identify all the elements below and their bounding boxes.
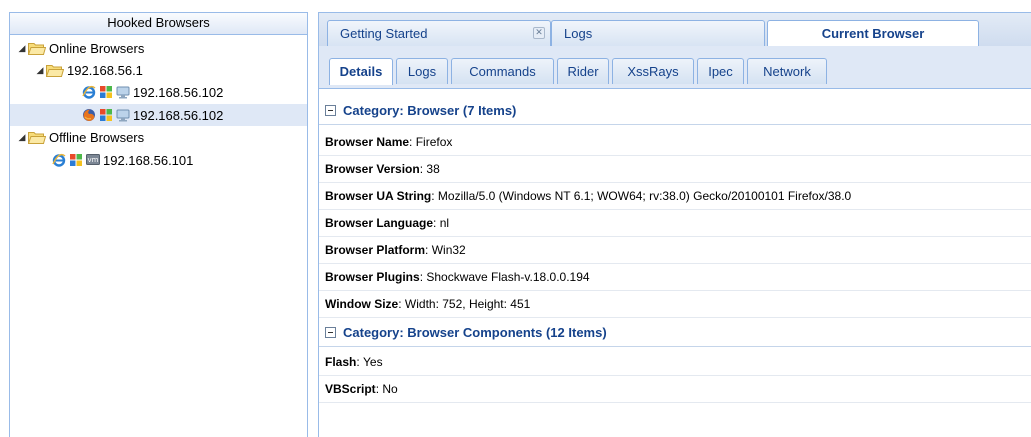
close-icon[interactable]: ✕	[533, 27, 545, 39]
details-grid: Category: Browser (7 Items) Browser Name…	[318, 89, 1031, 437]
windows-icon	[69, 153, 83, 167]
subnet-label: 192.168.56.1	[67, 62, 143, 78]
host-ip: 192.168.56.102	[133, 84, 224, 100]
offline-browsers-label: Offline Browsers	[49, 129, 145, 145]
tab-label: Getting Started	[340, 26, 428, 41]
expand-triangle-icon[interactable]: ◢	[16, 132, 28, 143]
monitor-icon	[116, 85, 130, 99]
category-header[interactable]: Category: Browser (7 Items)	[319, 97, 1031, 125]
tab-logs-sub[interactable]: Logs	[396, 58, 448, 84]
hooked-browsers-header: Hooked Browsers	[10, 13, 307, 35]
vm-icon: vm	[86, 153, 100, 167]
table-row: Browser UA String: Mozilla/5.0 (Windows …	[319, 183, 1031, 210]
row-value: Win32	[431, 243, 466, 257]
row-key: Flash	[325, 355, 357, 369]
table-row: Browser Name: Firefox	[319, 129, 1031, 156]
row-value: 38	[426, 162, 440, 176]
row-value: Shockwave Flash-v.18.0.0.194	[426, 270, 590, 284]
firefox-icon	[82, 108, 96, 122]
row-key: VBScript	[325, 382, 376, 396]
row-key: Browser Version	[325, 162, 420, 176]
row-key: Browser Language	[325, 216, 434, 230]
tree-node-host-offline[interactable]: vm 192.168.56.101	[10, 149, 307, 171]
tree-node-online-browsers[interactable]: ◢ Online Browsers	[10, 37, 307, 59]
main-panel: Getting Started ✕ Logs Current Browser D…	[318, 12, 1031, 437]
windows-icon	[99, 85, 113, 99]
tab-getting-started[interactable]: Getting Started ✕	[327, 20, 551, 47]
row-key: Browser Plugins	[325, 270, 420, 284]
tab-ipec[interactable]: Ipec	[697, 58, 744, 84]
windows-icon	[99, 108, 113, 122]
tab-xssrays[interactable]: XssRays	[612, 58, 694, 84]
row-key: Browser Name	[325, 135, 410, 149]
table-row: Browser Platform: Win32	[319, 237, 1031, 264]
tree-node-host[interactable]: 192.168.56.102	[10, 81, 307, 103]
row-value: Firefox	[415, 135, 453, 149]
tab-details[interactable]: Details	[329, 58, 393, 85]
tree-node-offline-browsers[interactable]: ◢ Offline Browsers	[10, 126, 307, 148]
table-row: Flash: Yes	[319, 349, 1031, 376]
online-browsers-label: Online Browsers	[49, 40, 145, 56]
host-ip: 192.168.56.102	[133, 107, 224, 123]
table-row: Browser Plugins: Shockwave Flash-v.18.0.…	[319, 264, 1031, 291]
tab-label: Logs	[564, 26, 593, 41]
host-ip: 192.168.56.101	[103, 152, 194, 168]
tree-node-host-selected[interactable]: 192.168.56.102	[10, 104, 307, 126]
main-tabbar: Getting Started ✕ Logs Current Browser	[318, 12, 1031, 48]
tab-label: Current Browser	[821, 26, 925, 41]
tab-commands[interactable]: Commands	[451, 58, 554, 84]
table-row: VBScript: No	[319, 376, 1031, 403]
table-row: Browser Language: nl	[319, 210, 1031, 237]
row-key: Browser Platform	[325, 243, 426, 257]
row-key: Window Size	[325, 297, 399, 311]
expand-triangle-icon[interactable]: ◢	[16, 43, 28, 54]
open-folder-icon	[46, 64, 64, 77]
monitor-icon	[116, 108, 130, 122]
hooked-browsers-panel: Hooked Browsers ◢ Online Browsers ◢ 192.…	[9, 12, 308, 437]
tab-logs[interactable]: Logs	[551, 20, 765, 47]
category-title: Category: Browser Components (12 Items)	[343, 325, 607, 340]
collapse-icon[interactable]	[325, 105, 336, 116]
row-value: No	[382, 382, 398, 396]
row-value: Yes	[363, 355, 383, 369]
sub-tabbar: Details Logs Commands Rider XssRays Ipec…	[318, 46, 1031, 89]
table-row: Window Size: Width: 752, Height: 451	[319, 291, 1031, 318]
table-row: Browser Version: 38	[319, 156, 1031, 183]
ie-icon	[82, 85, 96, 99]
expand-triangle-icon[interactable]: ◢	[34, 65, 46, 76]
tab-network[interactable]: Network	[747, 58, 827, 84]
collapse-icon[interactable]	[325, 327, 336, 338]
tree-node-subnet[interactable]: ◢ 192.168.56.1	[10, 59, 307, 81]
row-key: Browser UA String	[325, 189, 432, 203]
row-value: nl	[439, 216, 450, 230]
tab-current-browser[interactable]: Current Browser	[767, 20, 979, 48]
ie-icon	[52, 153, 66, 167]
category-header[interactable]: Category: Browser Components (12 Items)	[319, 319, 1031, 347]
svg-text:vm: vm	[88, 156, 99, 164]
open-folder-icon	[28, 42, 46, 55]
open-folder-icon	[28, 131, 46, 144]
row-value: Mozilla/5.0 (Windows NT 6.1; WOW64; rv:3…	[437, 189, 852, 203]
tab-rider[interactable]: Rider	[557, 58, 609, 84]
category-title: Category: Browser (7 Items)	[343, 103, 517, 118]
row-value: Width: 752, Height: 451	[404, 297, 531, 311]
